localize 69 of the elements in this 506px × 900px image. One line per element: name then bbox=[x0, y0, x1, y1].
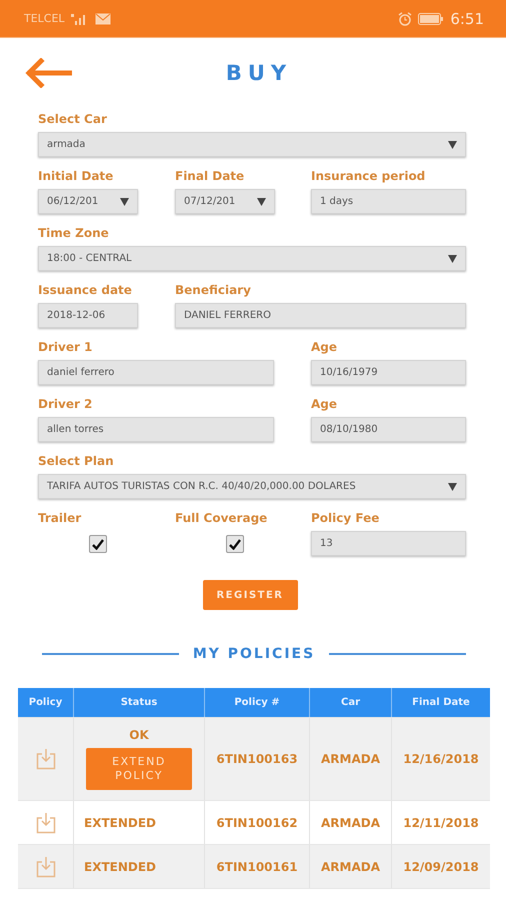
dropdown-field[interactable]: armada bbox=[38, 132, 466, 157]
column-header: Policy bbox=[28, 696, 64, 710]
download-icon bbox=[36, 812, 56, 834]
status-text: OK bbox=[129, 728, 149, 742]
alarm-icon bbox=[398, 12, 412, 26]
status-text: EXTENDED bbox=[84, 816, 156, 830]
car-name: ARMADA bbox=[320, 860, 380, 874]
checkbox[interactable] bbox=[89, 535, 107, 553]
policy-number: 6TIN100162 bbox=[216, 816, 298, 830]
dropdown-caret-icon bbox=[120, 198, 129, 206]
field-label: Insurance period bbox=[311, 169, 426, 184]
column-header: Final Date bbox=[391, 688, 490, 717]
field-label: Initial Date bbox=[38, 169, 114, 184]
field-label: Time Zone bbox=[38, 226, 110, 241]
column-header: Policy # bbox=[204, 688, 309, 717]
section-title: MY POLICIES bbox=[192, 646, 316, 662]
checkmark-icon bbox=[92, 538, 104, 550]
clock-time: 6:51 bbox=[450, 10, 484, 28]
input-field[interactable]: allen torres bbox=[38, 417, 274, 442]
policy-number: 6TIN100163 bbox=[216, 752, 298, 766]
dropdown-caret-icon bbox=[448, 254, 457, 262]
column-header: Car bbox=[309, 688, 391, 717]
dropdown-field[interactable]: TARIFA AUTOS TURISTAS CON R.C. 40/40/20,000.00 DOLARES bbox=[38, 474, 466, 499]
field-label: Age bbox=[311, 340, 338, 355]
field-label: Full Coverage bbox=[175, 511, 268, 526]
policy-number: 6TIN100161 bbox=[216, 860, 298, 874]
field-label: Select Car bbox=[38, 112, 108, 127]
input-field[interactable]: 08/10/1980 bbox=[311, 417, 466, 442]
input-field[interactable]: 10/16/1979 bbox=[311, 360, 466, 385]
dropdown-field[interactable]: 06/12/201 bbox=[38, 189, 138, 214]
field-label: Final Date bbox=[175, 169, 246, 184]
dropdown-caret-icon bbox=[257, 198, 266, 206]
back-arrow-icon bbox=[24, 58, 72, 88]
column-header: Status bbox=[73, 688, 204, 717]
status-text: EXTENDED bbox=[84, 860, 156, 874]
field-label: Driver 1 bbox=[38, 340, 94, 355]
checkmark-icon bbox=[229, 538, 241, 550]
download-icon bbox=[36, 748, 56, 770]
dropdown-field[interactable]: 18:00 - CENTRAL bbox=[38, 246, 466, 271]
dropdown-caret-icon bbox=[448, 482, 457, 490]
download-button[interactable] bbox=[36, 812, 56, 834]
field-label: Select Plan bbox=[38, 454, 115, 469]
field-label: Age bbox=[311, 397, 338, 412]
field-label: Trailer bbox=[38, 511, 82, 526]
field-label: Beneficiary bbox=[175, 283, 252, 298]
input-field[interactable]: 2018-12-06 bbox=[38, 303, 138, 328]
carrier-name: TELCEL bbox=[24, 12, 65, 25]
field-label: Driver 2 bbox=[38, 397, 94, 412]
mail-icon bbox=[94, 12, 111, 24]
dropdown-caret-icon bbox=[448, 140, 457, 148]
input-field[interactable]: DANIEL FERRERO bbox=[175, 303, 466, 328]
download-button[interactable] bbox=[36, 856, 56, 878]
field-label: Policy Fee bbox=[311, 511, 380, 526]
field-label: Issuance date bbox=[38, 283, 133, 298]
car-name: ARMADA bbox=[320, 752, 380, 766]
final-date: 12/16/2018 bbox=[403, 752, 479, 766]
page-title: BUY bbox=[226, 61, 292, 85]
checkbox[interactable] bbox=[226, 535, 244, 553]
input-field[interactable]: 13 bbox=[311, 531, 466, 556]
car-name: ARMADA bbox=[320, 816, 380, 830]
input-field[interactable]: 1 days bbox=[311, 189, 466, 214]
input-field[interactable]: daniel ferrero bbox=[38, 360, 274, 385]
dropdown-field[interactable]: 07/12/201 bbox=[175, 189, 275, 214]
battery-icon bbox=[418, 12, 444, 24]
download-icon bbox=[36, 856, 56, 878]
back-button[interactable] bbox=[24, 58, 72, 88]
download-button[interactable] bbox=[36, 748, 56, 770]
final-date: 12/11/2018 bbox=[403, 816, 479, 830]
final-date: 12/09/2018 bbox=[403, 860, 479, 874]
